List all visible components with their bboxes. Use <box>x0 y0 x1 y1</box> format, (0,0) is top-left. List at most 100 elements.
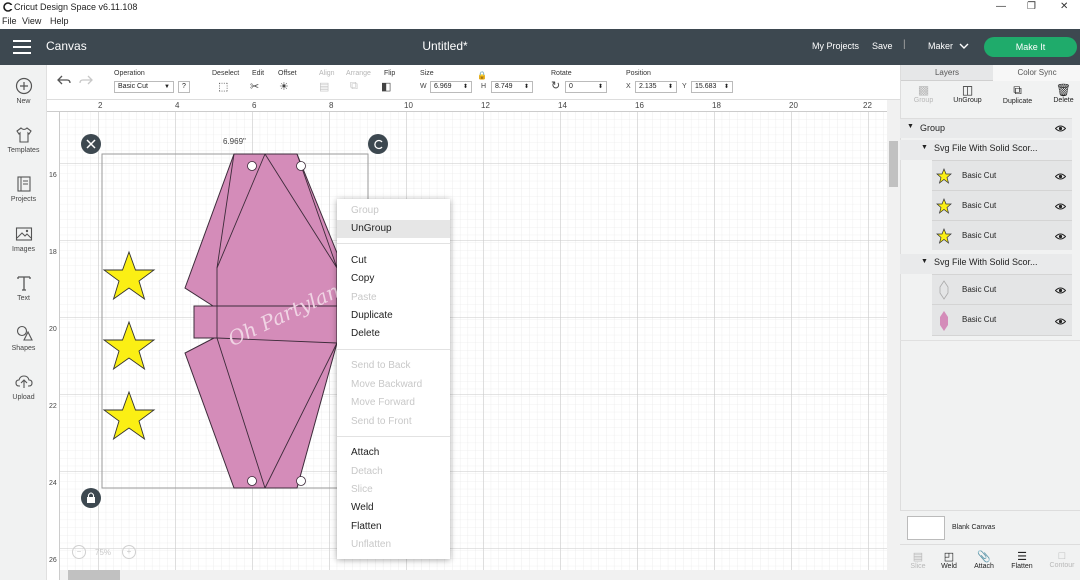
delete-button[interactable]: 🗑 Delete <box>1041 81 1080 113</box>
star-thumbnail-icon <box>936 198 952 214</box>
eye-icon[interactable] <box>1055 173 1066 180</box>
caret-down-icon[interactable]: ▼ <box>907 123 914 130</box>
offset-icon[interactable]: ☀ <box>279 80 289 93</box>
layer-item-row[interactable]: Basic Cut <box>932 274 1072 304</box>
flatten-label: Flatten <box>1011 563 1033 570</box>
undo-icon[interactable] <box>57 74 71 86</box>
menu-view[interactable]: View <box>22 16 41 26</box>
flip-icon[interactable]: ◧ <box>381 80 391 93</box>
layer-item-row[interactable]: Basic Cut <box>932 190 1072 220</box>
blank-canvas-row[interactable]: Blank Canvas <box>900 510 1080 544</box>
layer-subgroup-row[interactable]: ▼ Svg File With Solid Scor... <box>900 254 1072 274</box>
eye-icon[interactable] <box>1055 287 1066 294</box>
canvas-swatch[interactable] <box>907 516 945 540</box>
lock-icon[interactable]: 🔒 <box>477 71 487 80</box>
sidebar-item-new[interactable]: New <box>0 77 47 105</box>
maximize-icon[interactable]: ❐ <box>1027 1 1036 12</box>
zoom-out-icon[interactable]: − <box>72 545 86 559</box>
menu-item-detach: Detach <box>351 466 383 477</box>
scroll-thumb[interactable] <box>889 141 898 187</box>
menu-item-delete[interactable]: Delete <box>337 325 450 343</box>
scissors-icon[interactable]: ✂ <box>250 80 259 93</box>
tab-color-sync[interactable]: Color Sync <box>993 65 1080 81</box>
align-icon[interactable]: ▤ <box>319 80 329 93</box>
images-icon <box>15 227 32 241</box>
save-button[interactable]: Save <box>872 41 893 51</box>
menu-item-ungroup[interactable]: UnGroup <box>337 220 450 238</box>
menu-file[interactable]: File <box>2 16 17 26</box>
my-projects-link[interactable]: My Projects <box>812 41 859 51</box>
document-title[interactable]: Untitled* <box>0 39 890 53</box>
menu-item-copy[interactable]: Copy <box>337 270 450 288</box>
layer-subgroup-row[interactable]: ▼ Svg File With Solid Scor... <box>900 140 1072 160</box>
sidebar-item-text[interactable]: Text <box>0 274 47 302</box>
lock-handle-icon[interactable] <box>81 488 101 508</box>
sidebar-item-upload[interactable]: Upload <box>0 373 47 401</box>
eye-icon[interactable] <box>1055 233 1066 240</box>
horizontal-scrollbar[interactable] <box>60 570 887 580</box>
stepper-icon[interactable]: ⬍ <box>463 82 468 92</box>
rotate-handle-icon[interactable] <box>368 134 388 154</box>
sidebar-item-images[interactable]: Images <box>0 225 47 253</box>
sidebar-item-shapes[interactable]: Shapes <box>0 324 47 352</box>
sidebar-item-templates[interactable]: Templates <box>0 126 47 154</box>
width-input[interactable]: 6.969 ⬍ <box>430 81 472 93</box>
layer-item-row[interactable]: Basic Cut <box>932 160 1072 190</box>
design-canvas[interactable]: 6.969" Oh Partyland − 75% + <box>47 100 900 580</box>
eye-icon[interactable] <box>1055 318 1066 325</box>
layer-item-row[interactable]: Basic Cut <box>932 220 1072 250</box>
eye-icon[interactable] <box>1055 125 1066 132</box>
menu-item-cut[interactable]: Cut <box>337 252 450 270</box>
y-input[interactable]: 15.683 ⬍ <box>691 81 733 93</box>
tab-layers[interactable]: Layers <box>901 65 993 81</box>
close-window-icon[interactable]: ✕ <box>1060 1 1068 12</box>
ungroup-button[interactable]: ◫ UnGroup <box>945 81 990 113</box>
help-button[interactable]: ? <box>178 81 190 93</box>
minimize-icon[interactable]: — <box>996 1 1006 12</box>
stepper-icon[interactable]: ⬍ <box>724 82 729 92</box>
vertical-scrollbar[interactable] <box>887 100 900 580</box>
menu-item-group: Group <box>351 205 379 216</box>
layer-item-row[interactable]: Basic Cut <box>932 304 1072 336</box>
stepper-icon[interactable]: ⬍ <box>598 82 603 92</box>
caret-down-icon[interactable]: ▼ <box>921 258 928 265</box>
stepper-icon[interactable]: ⬍ <box>668 82 673 92</box>
layer-group-row[interactable]: ▼ Group <box>900 118 1072 138</box>
menu-item-duplicate[interactable]: Duplicate <box>337 307 450 325</box>
height-input[interactable]: 8.749 ⬍ <box>491 81 533 93</box>
delete-handle-icon[interactable] <box>81 134 101 154</box>
deselect-icon[interactable]: ⬚ <box>218 80 228 93</box>
redo-icon[interactable] <box>79 74 93 86</box>
sidebar-label-projects: Projects <box>10 196 37 203</box>
eye-icon[interactable] <box>1055 203 1066 210</box>
scroll-thumb[interactable] <box>68 570 120 580</box>
flatten-button[interactable]: ☰ Flatten <box>1004 550 1040 570</box>
menu-item-move-forward: Move Forward <box>351 397 415 408</box>
weld-button[interactable]: ◰ Weld <box>931 550 967 570</box>
caret-down-icon[interactable]: ▼ <box>921 144 928 151</box>
operation-select[interactable]: Basic Cut ▼ <box>114 81 174 93</box>
star-thumbnail-icon <box>936 228 952 244</box>
zoom-in-icon[interactable]: + <box>122 545 136 559</box>
stepper-icon[interactable]: ⬍ <box>524 82 529 92</box>
machine-select[interactable]: Maker <box>928 41 953 51</box>
menu-item-paste: Paste <box>351 292 377 303</box>
ruler-left: 16 18 20 22 24 26 <box>47 112 60 580</box>
menu-item-weld[interactable]: Weld <box>337 499 450 517</box>
menu-help[interactable]: Help <box>50 16 69 26</box>
sidebar-item-projects[interactable]: Projects <box>0 175 47 203</box>
duplicate-button[interactable]: ⧉ Duplicate <box>995 81 1040 113</box>
x-input[interactable]: 2.135 ⬍ <box>635 81 677 93</box>
ruler-tick-label: 20 <box>789 101 798 110</box>
rotate-input[interactable]: 0 ⬍ <box>565 81 607 93</box>
attach-button[interactable]: 📎 Attach <box>966 550 1002 570</box>
menu-item-attach[interactable]: Attach <box>337 444 450 462</box>
height-label: H <box>481 83 487 90</box>
chevron-down-icon[interactable] <box>959 43 969 50</box>
make-it-button[interactable]: Make It <box>984 37 1077 57</box>
sidebar-label-images: Images <box>12 246 35 253</box>
menu-item-flatten[interactable]: Flatten <box>337 518 450 536</box>
arrange-icon[interactable]: ⧉ <box>350 80 358 93</box>
ruler-tick-label: 24 <box>49 480 57 487</box>
rotate-icon: ↻ <box>551 80 561 92</box>
